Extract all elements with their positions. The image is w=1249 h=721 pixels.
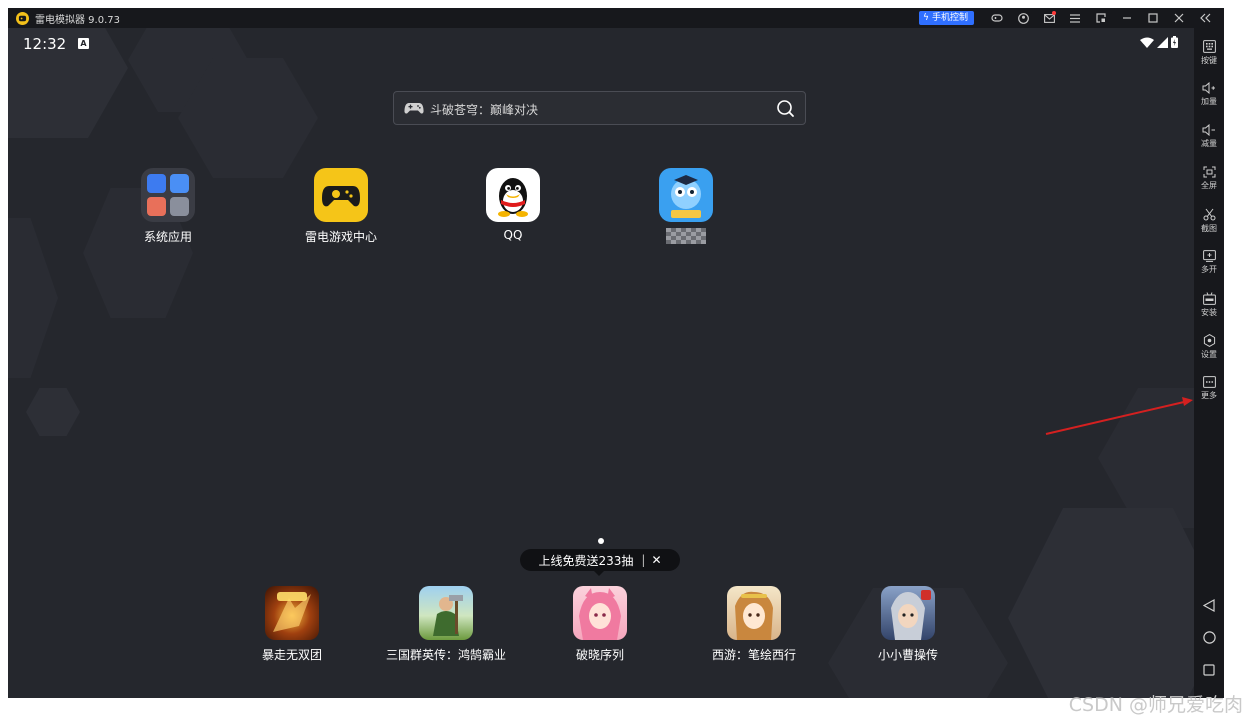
annotation-arrow-icon: [1045, 397, 1193, 435]
csdn-watermark: CSDN @师兄爱吃肉: [1068, 694, 1243, 716]
